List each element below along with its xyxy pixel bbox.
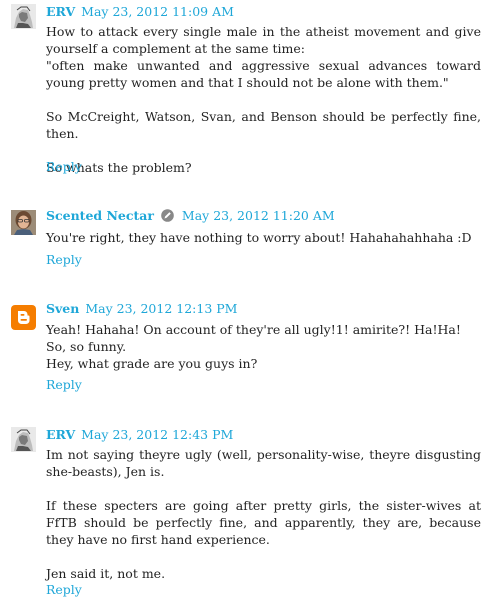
comment-paragraph: Im not saying theyre ugly (well, persona…	[46, 447, 481, 479]
comment-paragraph: Jen said it, not me.	[46, 566, 166, 581]
comment-line: Yeah! Hahaha! On account of they're all …	[46, 322, 461, 337]
comment-line: "often make unwanted and aggressive sexu…	[46, 58, 481, 90]
timestamp-link[interactable]: May 23, 2012 12:43 PM	[81, 427, 233, 442]
comment-header: ERV May 23, 2012 12:43 PM	[46, 426, 233, 443]
comment-header: ERV May 23, 2012 11:09 AM	[46, 3, 234, 20]
comment-line: Hey, what grade are you guys in?	[46, 356, 258, 371]
author-link[interactable]: Sven	[46, 301, 79, 316]
timestamp-link[interactable]: May 23, 2012 11:09 AM	[81, 4, 234, 19]
comment-paragraph: So whats the problem?	[46, 160, 192, 175]
comment-paragraph: Yeah! Hahaha! On account of they're all …	[46, 321, 481, 372]
comment-header: Scented Nectar May 23, 2012 11:20 AM	[46, 207, 335, 226]
timestamp-link[interactable]: May 23, 2012 12:13 PM	[85, 301, 237, 316]
sketch-avatar-icon[interactable]	[11, 427, 36, 452]
sketch-avatar-icon[interactable]	[11, 4, 36, 29]
reply-link[interactable]: Reply	[46, 158, 82, 175]
author-link[interactable]: ERV	[46, 427, 75, 442]
comment-line: How to attack every single male in the a…	[46, 24, 481, 56]
comment-line: So, so funny.	[46, 339, 127, 354]
photo-avatar-icon[interactable]	[11, 210, 36, 235]
comment-paragraph: If these specters are going after pretty…	[46, 498, 481, 547]
comment-body: You're right, they have nothing to worry…	[46, 229, 481, 246]
blogger-logo-icon[interactable]	[11, 305, 36, 330]
comment-paragraph: How to attack every single male in the a…	[46, 23, 481, 91]
reply-link[interactable]: Reply	[46, 376, 82, 393]
comment-body: How to attack every single male in the a…	[46, 23, 481, 176]
comment-header: Sven May 23, 2012 12:13 PM	[46, 300, 237, 317]
comment-paragraph: So McCreight, Watson, Svan, and Benson s…	[46, 109, 481, 141]
timestamp-link[interactable]: May 23, 2012 11:20 AM	[182, 208, 335, 223]
reply-link[interactable]: Reply	[46, 251, 82, 268]
comment-body: Yeah! Hahaha! On account of they're all …	[46, 321, 481, 372]
author-link[interactable]: Scented Nectar	[46, 208, 154, 223]
reply-link[interactable]: Reply	[46, 581, 82, 598]
comment-paragraph: You're right, they have nothing to worry…	[46, 230, 472, 245]
pencil-icon	[161, 209, 174, 226]
comment-body: Im not saying theyre ugly (well, persona…	[46, 446, 481, 582]
author-link[interactable]: ERV	[46, 4, 75, 19]
